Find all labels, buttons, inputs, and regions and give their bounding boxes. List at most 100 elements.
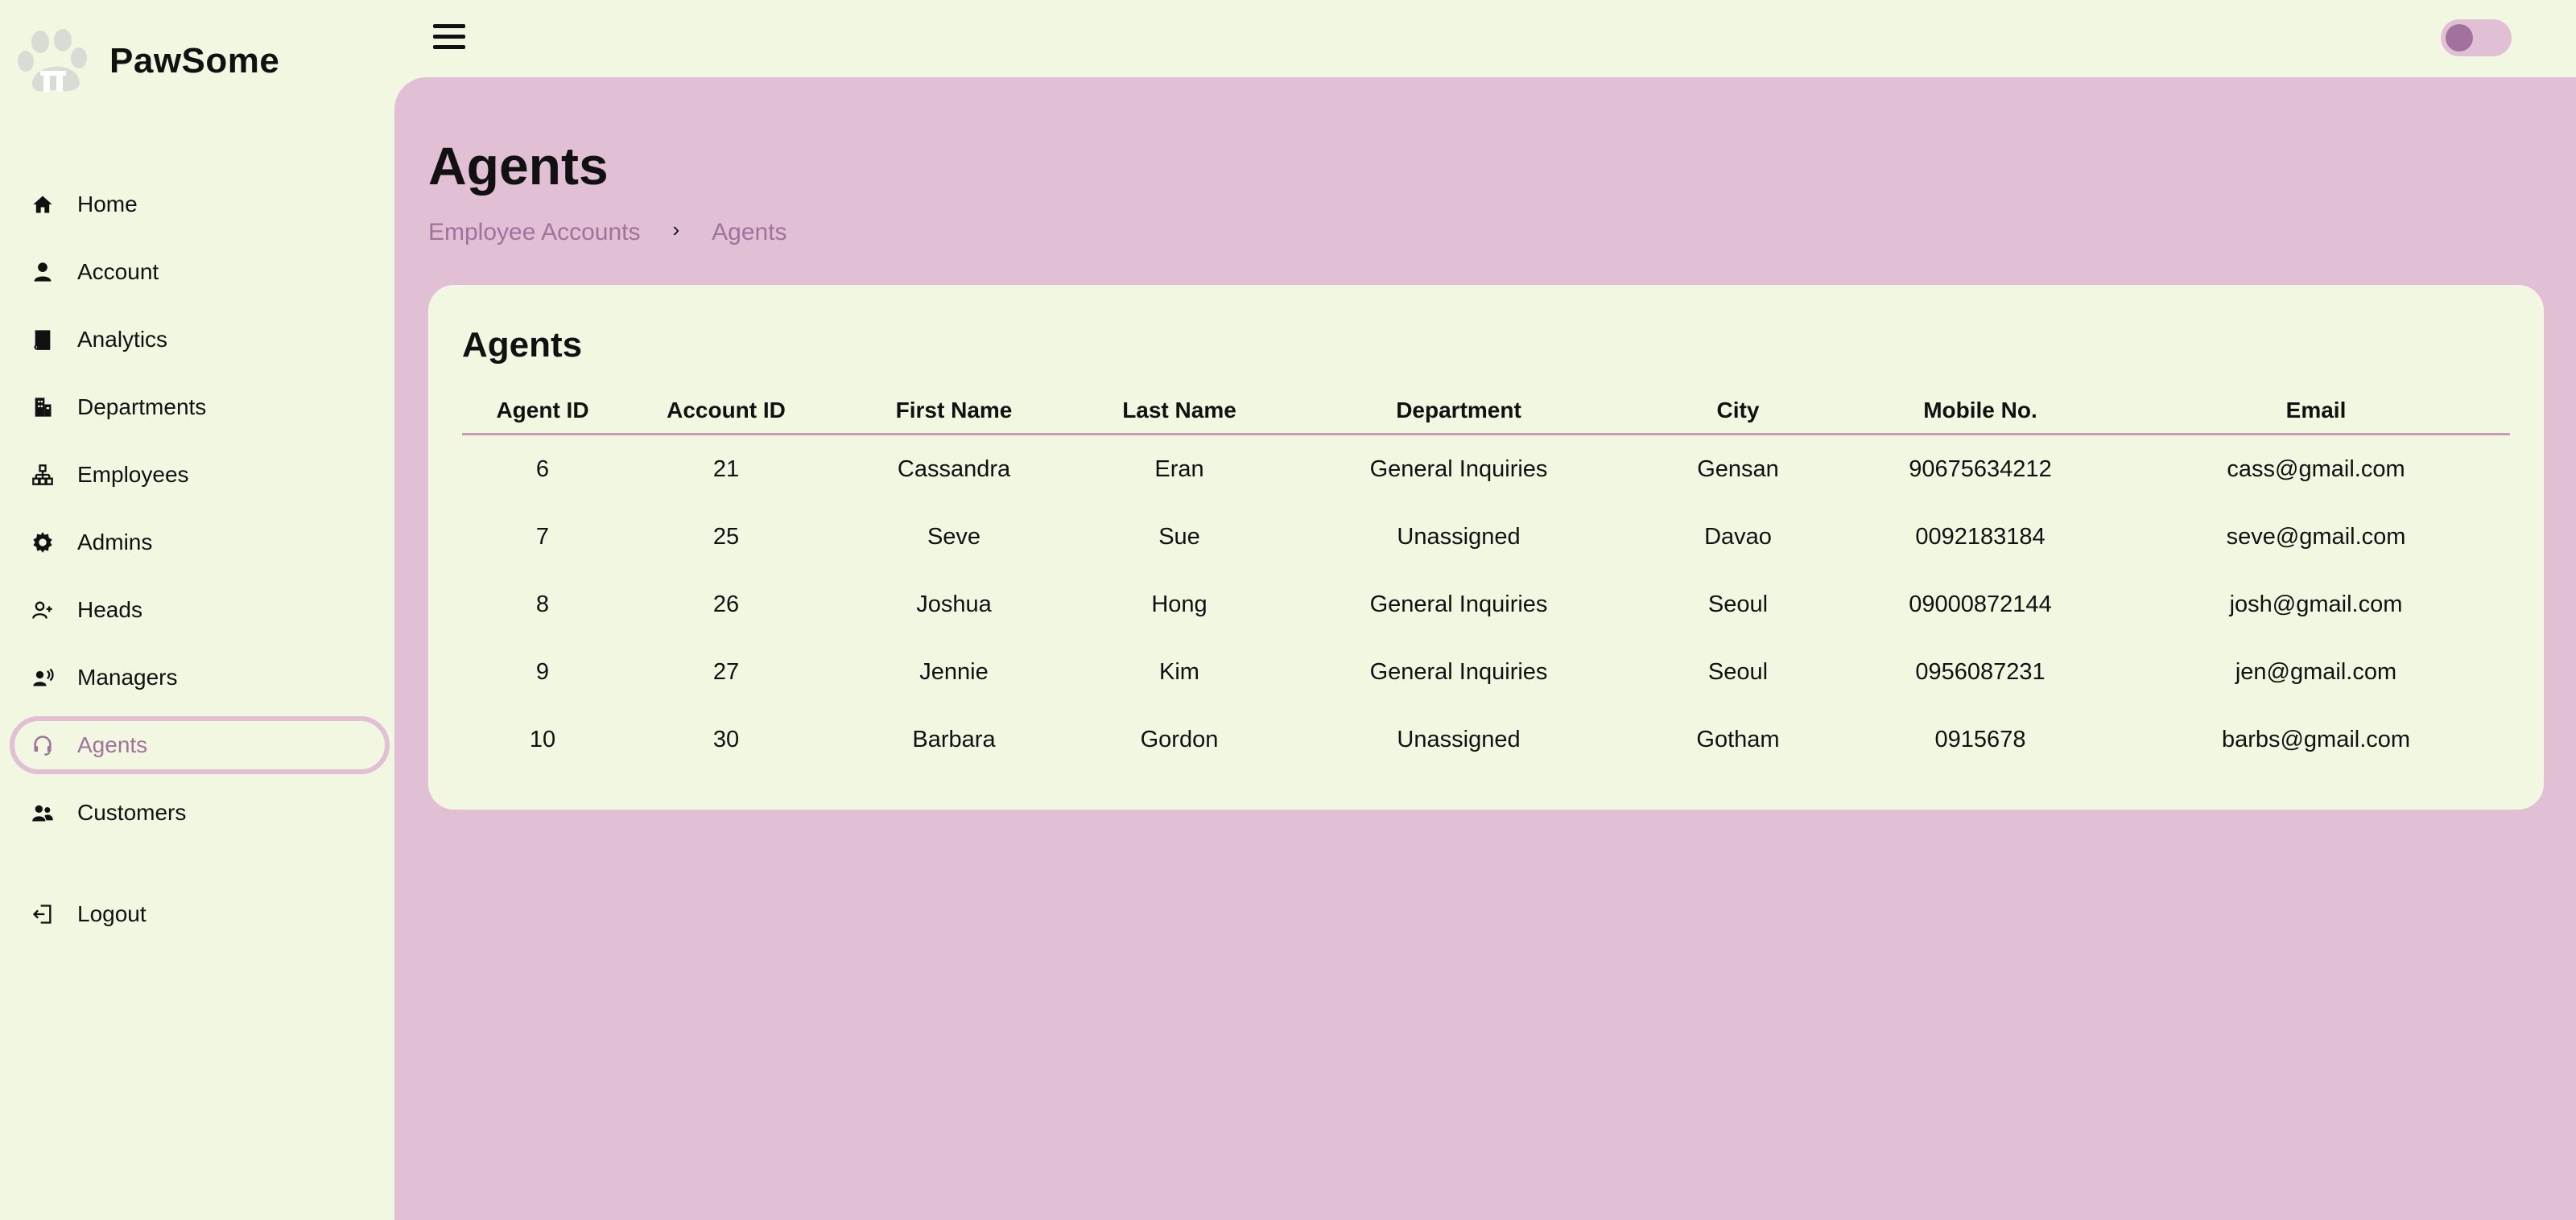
sidebar-item-account[interactable]: Account [10,243,390,301]
table-row[interactable]: 9 27 Jennie Kim General Inquiries Seoul … [462,638,2510,706]
sidebar-item-label: Managers [77,665,178,690]
sidebar-item-home[interactable]: Home [10,175,390,233]
agents-table: Agent ID Account ID First Name Last Name… [462,398,2510,773]
table-cell: Joshua [916,591,992,617]
breadcrumb: Employee Accounts › Agents [428,217,787,247]
table-cell: Kim [1159,658,1199,685]
sidebar-item-agents[interactable]: Agents [10,716,390,774]
sidebar-item-label: Employees [77,462,189,487]
table-cell: Gordon [1140,726,1219,752]
table-cell: General Inquiries [1369,591,1548,617]
sidebar-item-analytics[interactable]: Analytics [10,311,390,369]
table-cell: Davao [1704,523,1772,550]
gear-icon [29,529,56,556]
table-cell: 09000872144 [1909,591,2052,617]
sidebar-item-heads[interactable]: Heads [10,581,390,639]
sidebar-item-label: Agents [77,732,148,757]
table-cell: 27 [712,658,740,685]
column-header: City [1637,398,1839,435]
app-name: PawSome [109,41,280,80]
sidebar-item-managers[interactable]: Managers [10,649,390,707]
column-header: Email [2122,398,2510,435]
theme-toggle[interactable] [2441,19,2512,56]
table-cell: barbs@gmail.com [2221,726,2411,752]
table-cell: Barbara [912,726,996,752]
column-header: Mobile No. [1839,398,2122,435]
sidebar: PawSome Home Account Analytics Departmen… [0,0,394,1220]
sidebar-item-label: Home [77,192,138,216]
column-header: First Name [829,398,1079,435]
table-cell: jen@gmail.com [2235,658,2397,685]
table-cell: josh@gmail.com [2229,591,2403,617]
column-header: Agent ID [462,398,623,435]
table-cell: Eran [1154,455,1204,482]
table-cell: 0915678 [1934,726,2026,752]
sidebar-item-label: Admins [77,530,153,554]
breadcrumb-current: Agents [712,218,787,245]
sidebar-item-admins[interactable]: Admins [10,513,390,571]
table-row[interactable]: 8 26 Joshua Hong General Inquiries Seoul… [462,571,2510,638]
top-bar [394,0,2576,77]
card-title: Agents [462,325,583,365]
org-chart-icon [29,461,56,488]
sidebar-item-label: Customers [77,800,187,825]
table-cell: 25 [712,523,740,550]
sidebar-item-departments[interactable]: Departments [10,378,390,436]
table-cell: General Inquiries [1369,658,1548,685]
sidebar-item-label: Departments [77,394,207,419]
table-cell: 8 [535,591,550,617]
sidebar-item-label: Account [77,259,159,284]
main-content: Agents Employee Accounts › Agents Agents… [394,77,2576,1220]
page-title: Agents [428,136,609,196]
table-cell: 9 [535,658,550,685]
table-row[interactable]: 6 21 Cassandra Eran General Inquiries Ge… [462,435,2510,504]
table-cell: 21 [712,455,740,482]
table-cell: Jennie [919,658,989,685]
breadcrumb-link[interactable]: Employee Accounts [428,219,640,246]
toggle-knob [2446,24,2473,52]
table-cell: Gensan [1697,455,1779,482]
table-cell: Seoul [1707,658,1769,685]
sidebar-item-label: Analytics [77,327,168,352]
table-cell: Unassigned [1397,523,1521,550]
book-icon [29,326,56,353]
table-cell: Unassigned [1397,726,1521,752]
table-row[interactable]: 7 25 Seve Sue Unassigned Davao 009218318… [462,503,2510,571]
brand[interactable]: PawSome [14,27,279,95]
logout-icon [29,901,56,928]
sidebar-item-customers[interactable]: Customers [10,784,390,842]
person-voice-icon [29,664,56,691]
table-cell: Seve [927,523,981,550]
home-icon [29,191,56,218]
person-icon [29,258,56,286]
table-cell: 6 [535,455,550,482]
agents-card: Agents Agent ID Account ID First Name La… [428,285,2544,810]
table-cell: 90675634212 [1909,455,2052,482]
table-cell: Gotham [1696,726,1780,752]
logout-button[interactable]: Logout [10,885,390,943]
table-cell: 7 [535,523,550,550]
table-cell: Sue [1158,523,1200,550]
column-header: Department [1280,398,1637,435]
table-cell: 0092183184 [1915,523,2046,550]
table-cell: cass@gmail.com [2227,455,2405,482]
table-row[interactable]: 10 30 Barbara Gordon Unassigned Gotham 0… [462,706,2510,773]
person-add-icon [29,596,56,624]
people-icon [29,799,56,826]
table-cell: 26 [712,591,740,617]
sidebar-item-label: Heads [77,597,142,622]
table-cell: Cassandra [897,455,1011,482]
column-header: Last Name [1079,398,1280,435]
chevron-right-icon: › [672,217,680,241]
table-cell: Hong [1151,591,1208,617]
sidebar-item-employees[interactable]: Employees [10,446,390,504]
table-cell: 10 [529,726,556,752]
building-icon [29,394,56,421]
paw-logo-icon [18,29,87,92]
logout-label: Logout [77,901,147,926]
table-cell: seve@gmail.com [2226,523,2406,550]
menu-icon[interactable] [433,21,470,53]
column-header: Account ID [623,398,829,435]
table-cell: 30 [712,726,740,752]
table-cell: Seoul [1707,591,1769,617]
